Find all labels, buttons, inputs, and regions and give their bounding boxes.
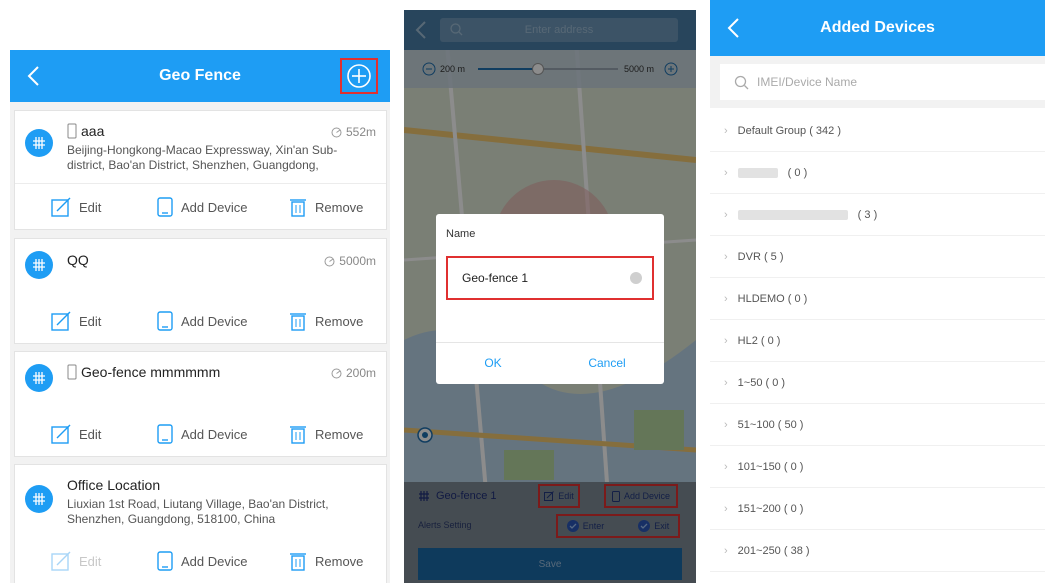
device-group-item[interactable]: › 201~250 ( 38 ) bbox=[710, 530, 1045, 572]
redacted-group-name bbox=[737, 209, 848, 220]
geo-fence-card[interactable]: Geo-fence mmmmmm 200m Edit Add Device Re… bbox=[14, 351, 387, 457]
radius-icon bbox=[331, 368, 342, 378]
edit-button[interactable]: Edit bbox=[51, 539, 101, 583]
fence-distance: 5000m bbox=[339, 254, 376, 268]
fence-address: Beijing-Hongkong-Macao Expressway, Xin'a… bbox=[67, 143, 338, 172]
name-dialog: Name Geo-fence 1 OK Cancel bbox=[436, 214, 664, 384]
device-group-item[interactable]: › DVR ( 5 ) bbox=[710, 236, 1045, 278]
device-search-input[interactable]: IMEI/Device Name bbox=[720, 64, 1045, 100]
fence-icon bbox=[25, 129, 53, 157]
device-icon bbox=[157, 551, 173, 571]
chevron-right-icon: › bbox=[724, 166, 728, 179]
ok-button[interactable]: OK bbox=[436, 342, 550, 384]
geo-fence-editor-screen: Enter address 200 m 5000 m Geo-fence 1 E… bbox=[404, 10, 696, 583]
geo-fence-header: Geo Fence bbox=[10, 50, 390, 102]
add-geo-fence-button[interactable] bbox=[340, 58, 378, 94]
edit-button[interactable]: Edit bbox=[51, 299, 101, 343]
add-device-button[interactable]: Add Device bbox=[157, 412, 247, 456]
device-group-item[interactable]: › Default Group ( 342 ) bbox=[710, 110, 1045, 152]
device-group-item[interactable]: › HLDEMO ( 0 ) bbox=[710, 278, 1045, 320]
add-device-button[interactable]: Add Device bbox=[157, 299, 247, 343]
remove-button[interactable]: Remove bbox=[289, 185, 363, 229]
plus-circle-icon bbox=[347, 64, 371, 88]
fence-distance: 200m bbox=[345, 366, 376, 380]
geo-fence-card[interactable]: Office Location Liuxian 1st Road, Liutan… bbox=[14, 464, 387, 583]
edit-button[interactable]: Edit bbox=[51, 185, 101, 229]
radius-icon bbox=[324, 256, 335, 266]
edit-icon bbox=[51, 311, 71, 331]
device-icon bbox=[157, 424, 173, 444]
fence-name: Geo-fence mmmmmm bbox=[81, 364, 221, 380]
chevron-right-icon: › bbox=[724, 250, 728, 263]
fence-name: aaa bbox=[81, 123, 105, 139]
added-devices-screen: Added Devices IMEI/Device Name › Default … bbox=[710, 0, 1045, 583]
trash-icon bbox=[290, 426, 306, 444]
remove-button[interactable]: Remove bbox=[289, 299, 363, 343]
fence-name-input[interactable]: Geo-fence 1 bbox=[446, 256, 654, 300]
edit-icon bbox=[51, 197, 71, 217]
device-group-item[interactable]: ›( 3 ) bbox=[710, 194, 1045, 236]
clear-icon[interactable] bbox=[630, 272, 642, 284]
chevron-right-icon: › bbox=[724, 334, 728, 347]
phone-icon bbox=[67, 123, 77, 139]
chevron-right-icon: › bbox=[724, 418, 728, 431]
device-group-item[interactable]: › HL2 ( 0 ) bbox=[710, 320, 1045, 362]
geo-fence-screen: Geo Fence aaa 552m Beijing-Hongkong-Maca… bbox=[10, 50, 390, 583]
trash-icon bbox=[290, 313, 306, 331]
phone-icon bbox=[67, 364, 77, 380]
device-icon bbox=[157, 197, 173, 217]
fence-name: Office Location bbox=[67, 477, 161, 493]
device-search-bar: IMEI/Device Name bbox=[710, 56, 1045, 108]
dialog-label: Name bbox=[446, 228, 476, 240]
edit-icon bbox=[51, 551, 71, 571]
device-icon bbox=[157, 311, 173, 331]
chevron-right-icon: › bbox=[724, 544, 728, 557]
redacted-group-name bbox=[737, 167, 778, 178]
chevron-right-icon: › bbox=[724, 208, 728, 221]
fence-distance: 552m bbox=[345, 125, 376, 139]
chevron-right-icon: › bbox=[724, 124, 728, 137]
edit-icon bbox=[51, 424, 71, 444]
remove-button[interactable]: Remove bbox=[289, 412, 363, 456]
remove-button[interactable]: Remove bbox=[289, 539, 363, 583]
chevron-right-icon: › bbox=[724, 376, 728, 389]
fence-icon bbox=[25, 485, 53, 513]
device-group-item[interactable]: › 101~150 ( 0 ) bbox=[710, 446, 1045, 488]
device-group-item[interactable]: ›( 0 ) bbox=[710, 152, 1045, 194]
device-group-item[interactable]: › 1~50 ( 0 ) bbox=[710, 362, 1045, 404]
fence-icon bbox=[25, 364, 53, 392]
radius-icon bbox=[331, 127, 342, 137]
divider bbox=[15, 183, 386, 184]
add-device-button[interactable]: Add Device bbox=[157, 185, 247, 229]
chevron-right-icon: › bbox=[724, 292, 728, 305]
geo-fence-card[interactable]: QQ 5000m Edit Add Device Remove bbox=[14, 238, 387, 344]
fence-icon bbox=[25, 251, 53, 279]
search-icon bbox=[734, 75, 749, 89]
trash-icon bbox=[290, 553, 306, 571]
page-title: Geo Fence bbox=[159, 67, 241, 84]
device-group-item[interactable]: › 51~100 ( 50 ) bbox=[710, 404, 1045, 446]
geo-fence-card[interactable]: aaa 552m Beijing-Hongkong-Macao Expressw… bbox=[14, 110, 387, 230]
chevron-right-icon: › bbox=[724, 460, 728, 473]
page-title: Added Devices bbox=[820, 19, 935, 36]
trash-icon bbox=[290, 199, 306, 217]
devices-header: Added Devices bbox=[710, 0, 1045, 56]
fence-name: QQ bbox=[67, 252, 89, 268]
edit-button[interactable]: Edit bbox=[51, 412, 101, 456]
fence-address: Liuxian 1st Road, Liutang Village, Bao'a… bbox=[67, 497, 329, 526]
device-group-item[interactable]: › 151~200 ( 0 ) bbox=[710, 488, 1045, 530]
cancel-button[interactable]: Cancel bbox=[550, 342, 664, 384]
chevron-right-icon: › bbox=[724, 502, 728, 515]
add-device-button[interactable]: Add Device bbox=[157, 539, 247, 583]
